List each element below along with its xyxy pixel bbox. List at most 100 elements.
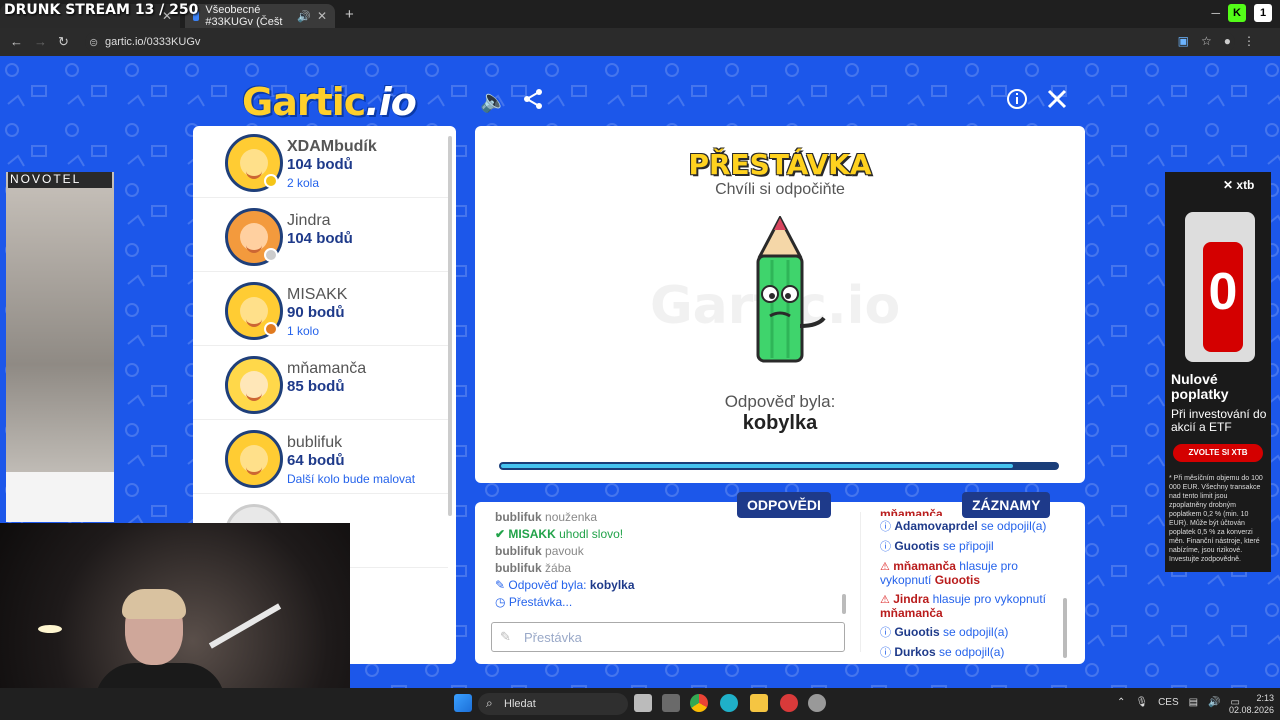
list-item: bublifuk žába: [495, 561, 572, 575]
round-progress-bar: [499, 462, 1059, 470]
player-name: Jindra: [287, 212, 331, 229]
left-ad-banner[interactable]: NOVOTEL: [6, 172, 114, 522]
app-icon[interactable]: [780, 694, 798, 712]
player-points: 64 bodů: [287, 452, 345, 469]
tab-records[interactable]: ZÁZNAMY: [962, 492, 1051, 518]
clock-time: 2:13: [1256, 693, 1274, 703]
app-badge-icon[interactable]: 1: [1254, 4, 1272, 22]
ring-light: [38, 625, 62, 633]
answers-scrollbar[interactable]: [842, 594, 846, 614]
info-icon[interactable]: [1006, 88, 1028, 116]
ad-subheadline: Při investování do akcií a ETF: [1171, 407, 1267, 434]
folder-icon[interactable]: [750, 694, 768, 712]
language-indicator[interactable]: CES: [1158, 697, 1179, 708]
translate-icon[interactable]: ▣: [1178, 34, 1189, 48]
store-icon[interactable]: [662, 694, 680, 712]
system-tray: ⌃ 🎙 CES ▤ 🔊 ▭: [1117, 697, 1240, 708]
status-dot-icon: [264, 322, 278, 336]
pencil-icon: ✎: [500, 629, 511, 644]
player-extra: Další kolo bude malovat: [287, 472, 416, 486]
taskbar-clock[interactable]: 2:13 02.08.2026: [1229, 692, 1274, 716]
tab-answers[interactable]: ODPOVĚDI: [737, 492, 831, 518]
list-item: ⓘ Adamovaprdel se odpojil(a): [880, 519, 1047, 534]
stream-overlay-title: DRUNK STREAM 13 / 250: [4, 2, 199, 18]
streamer-hair: [122, 589, 186, 619]
chevron-up-icon[interactable]: ⌃: [1117, 697, 1125, 708]
task-view-icon[interactable]: [634, 694, 652, 712]
tab-2-label: Všeobecné #33KUGv (Češt: [205, 4, 283, 28]
info-icon: ⓘ: [880, 521, 891, 533]
list-item: ⚠ mňamanča hlasuje pro vykopnutí Guootis: [880, 559, 1018, 587]
ad-fineprint: * Při měsíčním objemu do 100 000 EUR. Vš…: [1169, 475, 1263, 563]
chrome-icon[interactable]: [690, 694, 708, 712]
mic-icon[interactable]: 🎙: [1135, 697, 1148, 708]
check-icon: ✔: [495, 527, 506, 541]
list-item: ⓘ Durkos se odpojil(a): [880, 645, 1005, 660]
intermission-title: PŘESTÁVKA: [688, 148, 872, 181]
answer-input[interactable]: ✎ Přestávka: [491, 622, 845, 652]
player-row[interactable]: Jindra 104 bodů: [193, 200, 448, 272]
app-icon[interactable]: [808, 694, 826, 712]
answer-label: Odpověď byla:: [724, 392, 836, 411]
address-bar-row: ← → ↻ ⊜ gartic.io/0333KUGv ▣ ☆ ● ⋮: [0, 28, 1280, 56]
bookmark-star-icon[interactable]: ☆: [1201, 34, 1212, 48]
clock-date: 02.08.2026: [1228, 705, 1274, 715]
window-controls: ─ K 1: [1211, 4, 1272, 22]
speaker-icon[interactable]: 🔊: [297, 10, 311, 23]
player-row[interactable]: bublifuk 64 bodů Další kolo bude malovat: [193, 422, 448, 494]
ad-brand: ✕ xtb: [1223, 178, 1255, 192]
chat-panel: bublifuk nouženka ✔ MISAKK uhodl slovo! …: [475, 502, 1085, 664]
player-row[interactable]: XDAMbudík 104 bodů 2 kola: [193, 126, 448, 198]
list-item: ◷ Přestávka...: [495, 595, 573, 609]
menu-icon[interactable]: ⋮: [1243, 34, 1255, 48]
close-icon[interactable]: ✕: [317, 9, 327, 23]
windows-taskbar: ⌕ Hledat ⌃ 🎙 CES ▤ 🔊 ▭ 2:13 02.08.2026: [0, 688, 1280, 720]
kick-app-icon[interactable]: K: [1228, 4, 1246, 22]
url-field[interactable]: ⊜ gartic.io/0333KUGv: [85, 32, 1235, 52]
info-icon: ⓘ: [880, 541, 891, 553]
player-name: mňamanča: [287, 360, 367, 377]
player-row[interactable]: mňamanča 85 bodů: [193, 348, 448, 420]
answer-input-placeholder: Přestávka: [524, 629, 582, 645]
ad-image: [6, 472, 114, 522]
forward-icon[interactable]: →: [34, 34, 47, 49]
list-item: bublifuk pavouk: [495, 544, 584, 558]
answers-list: bublifuk nouženka ✔ MISAKK uhodl slovo! …: [495, 510, 855, 612]
share-icon[interactable]: [522, 88, 544, 116]
status-dot-icon: [264, 174, 278, 188]
sound-icon[interactable]: 🔈: [480, 88, 507, 114]
warning-icon: ⚠: [880, 594, 890, 606]
network-icon[interactable]: ▤: [1189, 697, 1198, 708]
minimize-icon[interactable]: ─: [1211, 6, 1220, 20]
intermission-subtitle: Chvíli si odpočiňte: [715, 181, 845, 198]
back-icon[interactable]: ←: [10, 34, 23, 49]
divider: [860, 512, 861, 652]
info-icon: ⓘ: [880, 647, 891, 659]
clock-icon: ◷: [495, 595, 506, 609]
mic-arm: [208, 603, 282, 649]
ad-headline: Nulové poplatky: [1171, 371, 1229, 402]
round-progress-fill: [501, 464, 1013, 468]
player-points: 104 bodů: [287, 230, 353, 247]
ad-cta-button[interactable]: ZVOLTE SI XTB: [1173, 444, 1263, 462]
records-scrollbar[interactable]: [1063, 598, 1067, 658]
browser-tab-2[interactable]: Všeobecné #33KUGv (Češt 🔊 ✕: [185, 4, 335, 28]
reload-icon[interactable]: ↻: [58, 34, 69, 50]
taskbar-search[interactable]: ⌕ Hledat: [478, 693, 628, 715]
close-icon[interactable]: [1046, 88, 1068, 116]
new-tab-button[interactable]: +: [345, 6, 354, 23]
volume-icon[interactable]: 🔊: [1208, 697, 1220, 708]
edge-icon[interactable]: [720, 694, 738, 712]
answer-word: kobylka: [742, 412, 818, 434]
profile-icon[interactable]: ●: [1224, 34, 1231, 48]
right-ad-banner[interactable]: ✕ xtb 0 Nulové poplatky Při investování …: [1165, 172, 1271, 572]
pencil-icon: ✎: [495, 578, 506, 592]
toolbar-right: ▣ ☆ ● ⋮: [1178, 34, 1255, 48]
site-info-icon[interactable]: ⊜: [89, 36, 98, 49]
records-list: mňamanča ⓘ Adamovaprdel se odpojil(a) ⓘ …: [880, 508, 1070, 664]
search-placeholder: Hledat: [504, 698, 536, 710]
start-icon[interactable]: [454, 694, 472, 712]
player-row[interactable]: MISAKK 90 bodů 1 kolo: [193, 274, 448, 346]
players-scrollbar[interactable]: [448, 136, 452, 516]
player-name: bublifuk: [287, 434, 343, 451]
